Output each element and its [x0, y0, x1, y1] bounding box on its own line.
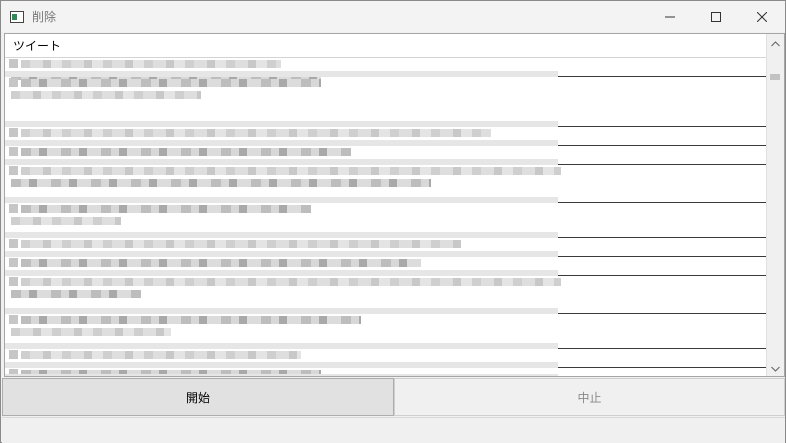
app-window: 削除 ツイート 開始 中止	[0, 0, 786, 443]
row-marker	[9, 147, 18, 156]
vertical-scrollbar[interactable]	[766, 34, 784, 376]
scroll-thumb[interactable]	[770, 74, 780, 80]
stop-button[interactable]: 中止	[394, 378, 785, 416]
redacted-tweet-text	[21, 259, 421, 267]
redacted-tweet-text	[21, 148, 351, 156]
close-icon	[757, 11, 767, 22]
redacted-tweet-text	[21, 316, 361, 324]
row-marker	[9, 59, 18, 68]
row-shade	[5, 374, 558, 376]
window-title: 削除	[32, 10, 57, 24]
row-marker	[9, 277, 18, 286]
redacted-tweet-text	[11, 328, 171, 336]
maximize-button[interactable]	[693, 1, 739, 32]
redacted-tweet-text	[21, 129, 491, 137]
row-marker	[9, 128, 18, 137]
maximize-icon	[711, 11, 721, 22]
table-row[interactable]	[5, 146, 768, 165]
chevron-up-icon	[771, 36, 780, 50]
redacted-tweet-text	[11, 179, 431, 187]
minimize-button[interactable]	[647, 1, 693, 32]
table-row[interactable]	[5, 368, 768, 376]
redacted-tweet-text	[11, 91, 201, 99]
table-row[interactable]	[5, 314, 768, 349]
row-marker	[9, 166, 18, 175]
redacted-tweet-text	[21, 79, 321, 87]
start-button[interactable]: 開始	[2, 378, 394, 416]
redacted-tweet-text	[11, 217, 121, 225]
redacted-tweet-text	[21, 351, 301, 359]
table-body[interactable]	[5, 58, 768, 376]
table-row[interactable]	[5, 58, 768, 80]
table-row[interactable]	[5, 257, 768, 276]
title-bar[interactable]: 削除	[1, 1, 785, 32]
table-header: ツイート	[5, 34, 768, 58]
redacted-tweet-text	[11, 290, 141, 298]
row-marker	[9, 315, 18, 324]
row-marker	[9, 350, 18, 359]
scroll-down-button[interactable]	[767, 359, 784, 376]
row-marker	[9, 204, 18, 213]
minimize-icon	[665, 12, 675, 22]
redacted-tweet-text	[21, 60, 281, 68]
row-marker	[9, 258, 18, 267]
window-controls	[647, 1, 785, 32]
redacted-tweet-text	[21, 205, 311, 213]
table-row[interactable]	[5, 165, 768, 203]
table-row[interactable]	[5, 349, 768, 368]
row-marker	[9, 78, 18, 87]
table-row[interactable]	[5, 238, 768, 257]
scroll-up-button[interactable]	[767, 34, 784, 51]
tweet-table[interactable]: ツイート	[4, 33, 785, 377]
table-row[interactable]	[5, 77, 768, 127]
redacted-tweet-text	[21, 240, 461, 248]
table-row[interactable]	[5, 203, 768, 238]
column-header-tweet[interactable]: ツイート	[5, 37, 61, 54]
close-button[interactable]	[739, 1, 785, 32]
chevron-down-icon	[771, 361, 780, 375]
status-bar	[2, 417, 785, 443]
table-row[interactable]	[5, 276, 768, 314]
row-marker	[9, 239, 18, 248]
table-row[interactable]	[5, 127, 768, 146]
redacted-tweet-text	[21, 167, 561, 175]
redacted-tweet-text	[21, 278, 561, 286]
window-app-icon	[10, 10, 24, 23]
